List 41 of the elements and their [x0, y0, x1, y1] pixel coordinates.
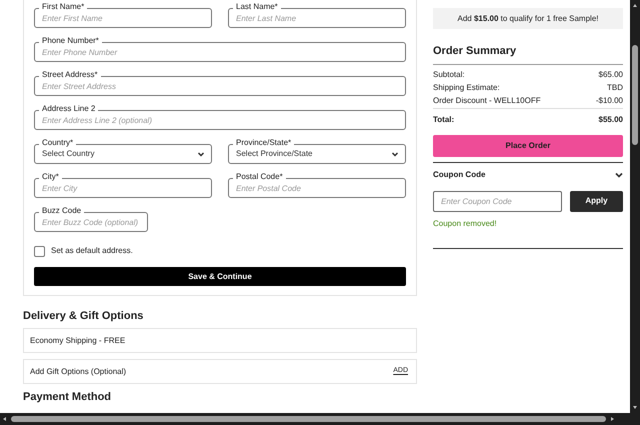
shipping-option[interactable]: Economy Shipping - FREE	[23, 328, 417, 353]
checkbox-label: Set as default address.	[51, 245, 133, 257]
input-field[interactable]: Enter Phone Number	[34, 42, 406, 62]
coupon-toggle[interactable]: Coupon Code	[433, 162, 623, 182]
select-field[interactable]: Select Province/State	[228, 144, 406, 164]
summary-value: TBD	[607, 82, 623, 94]
field-label: Phone Number*	[39, 36, 102, 46]
field-label: Last Name*	[233, 2, 281, 12]
summary-value: -$10.00	[596, 94, 623, 106]
section-heading: Delivery & Gift Options	[23, 309, 144, 323]
section-heading: Payment Method	[23, 390, 112, 404]
input-field[interactable]: Enter Postal Code	[228, 178, 406, 198]
chevron-icon	[615, 172, 623, 178]
place-order-button[interactable]: Place Order	[433, 134, 623, 156]
apply-button[interactable]: Apply	[570, 190, 623, 212]
field-label: Street Address*	[39, 70, 101, 80]
summary-label: Subtotal:	[433, 68, 465, 80]
field-label: City*	[39, 172, 62, 182]
field-label: First Name*	[39, 2, 88, 12]
total-value: $55.00	[598, 114, 623, 126]
field-label: Postal Code*	[233, 172, 286, 182]
summary-label: Order Discount - WELL10OFF	[433, 94, 541, 106]
field-label: Buzz Code	[39, 206, 84, 216]
summary-label: Shipping Estimate:	[433, 82, 500, 94]
input-field[interactable]: Enter Buzz Code (optional)	[34, 212, 148, 232]
checkbox[interactable]	[34, 246, 45, 256]
coupon-field[interactable]: Enter Coupon Code	[433, 190, 562, 212]
field-label: Address Line 2	[39, 104, 98, 114]
coupon-message: Coupon removed!	[433, 218, 498, 230]
summary-value: $65.00	[598, 68, 623, 80]
input-field[interactable]: Enter Last Name	[228, 8, 406, 28]
gift-options-label: Add Gift Options (Optional)	[30, 366, 126, 378]
field-label: Province/State*	[233, 138, 294, 148]
input-field[interactable]: Enter Street Address	[34, 76, 406, 96]
field-label: Country*	[39, 138, 76, 148]
input-field[interactable]: Enter Address Line 2 (optional)	[34, 110, 406, 130]
summary-heading: Order Summary	[433, 43, 623, 64]
total-label: Total:	[433, 114, 454, 126]
promo-banner: Add $15.00 to qualify for 1 free Sample!	[433, 8, 623, 29]
input-field[interactable]: Enter First Name	[34, 8, 212, 28]
save-continue-button[interactable]: Save & Continue	[34, 267, 406, 286]
